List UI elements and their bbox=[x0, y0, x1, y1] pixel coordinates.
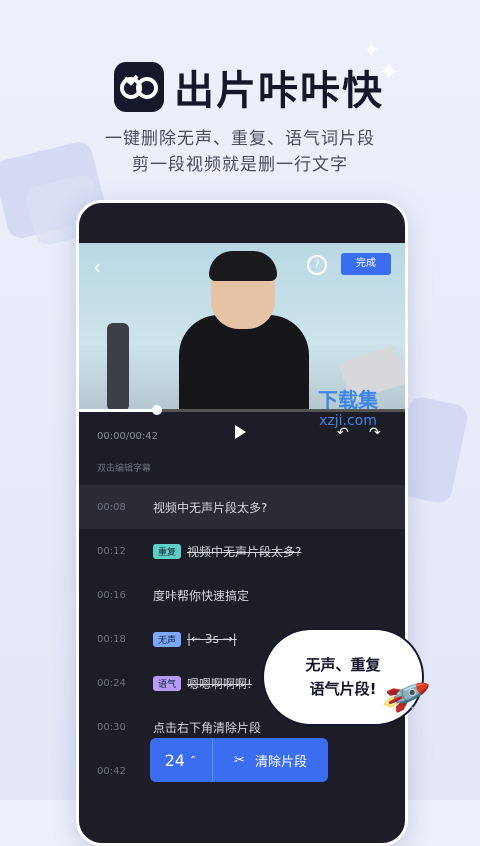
subtitle-text: 嗯嗯啊啊啊! bbox=[187, 676, 252, 691]
subtitle-text: 度咔帮你快速搞定 bbox=[153, 588, 250, 603]
app-title: 出片咔咔快 bbox=[174, 68, 384, 114]
subtitle-row[interactable]: 00:12 重复 视频中无声片段太多? bbox=[79, 529, 405, 573]
subtitle-time: 00:08 bbox=[97, 501, 126, 513]
subtitle-time: 00:16 bbox=[97, 589, 126, 601]
watermark-domain: xzji.com bbox=[319, 413, 377, 429]
subtitle-text: 点击右下角清除片段 bbox=[153, 720, 262, 735]
progress-knob[interactable] bbox=[152, 405, 163, 415]
progress-fill bbox=[79, 409, 158, 412]
tagline-2: 剪一段视频就是删一行文字 bbox=[132, 155, 348, 175]
time-readout: 00:00/00:42 bbox=[97, 431, 159, 442]
subtitle-text: 视频中无声片段太多? bbox=[187, 544, 302, 559]
tripod-figure bbox=[107, 323, 129, 411]
callout-line-2: 语气片段! bbox=[309, 680, 377, 698]
back-icon[interactable]: ‹ bbox=[93, 255, 101, 279]
subtitle-badge: 重复 bbox=[153, 543, 182, 559]
subtitle-row[interactable]: 00:08 视频中无声片段太多? bbox=[79, 485, 405, 529]
bottom-action-bar: 24 ⌃ ✂ 清除片段 bbox=[150, 738, 328, 782]
subtitle-hint: 双击编辑字幕 bbox=[97, 464, 152, 474]
subtitle-badge: 无声 bbox=[153, 631, 182, 647]
subtitle-time: 00:18 bbox=[97, 633, 126, 645]
person-figure bbox=[179, 315, 309, 411]
play-icon[interactable] bbox=[235, 425, 246, 439]
subtitle-time: 00:12 bbox=[97, 545, 126, 557]
subtitle-row[interactable]: 00:16 度咔帮你快速搞定 bbox=[79, 573, 405, 617]
subtitle-text: 视频中无声片段太多? bbox=[153, 500, 268, 515]
chevron-up-icon: ⌃ bbox=[188, 754, 198, 766]
segment-count-button[interactable]: 24 ⌃ bbox=[150, 738, 213, 782]
question-icon[interactable]: ? bbox=[307, 255, 327, 275]
subtitle-time: 00:30 bbox=[97, 721, 126, 733]
done-button[interactable]: 完成 bbox=[341, 253, 391, 275]
app-logo bbox=[114, 62, 164, 112]
segment-count: 24 bbox=[164, 750, 185, 770]
subtitle-time: 00:24 bbox=[97, 677, 126, 689]
watermark-brand: 下载集 bbox=[318, 388, 378, 412]
subtitle-text: |← 3s →| bbox=[187, 632, 237, 646]
watermark: 下载集 xzji.com bbox=[318, 384, 378, 429]
logo-icon bbox=[120, 74, 158, 99]
tagline-1: 一键删除无声、重复、语气词片段 bbox=[105, 129, 375, 149]
clear-segments-label: 清除片段 bbox=[254, 754, 307, 770]
scissors-icon: ✂ bbox=[234, 752, 245, 768]
subtitle-time: 00:42 bbox=[97, 765, 126, 777]
clear-segments-button[interactable]: ✂ 清除片段 bbox=[213, 738, 328, 782]
person-hair bbox=[209, 251, 277, 281]
subtitle-badge: 语气 bbox=[153, 675, 182, 691]
callout-line-1: 无声、重复 bbox=[305, 656, 381, 674]
